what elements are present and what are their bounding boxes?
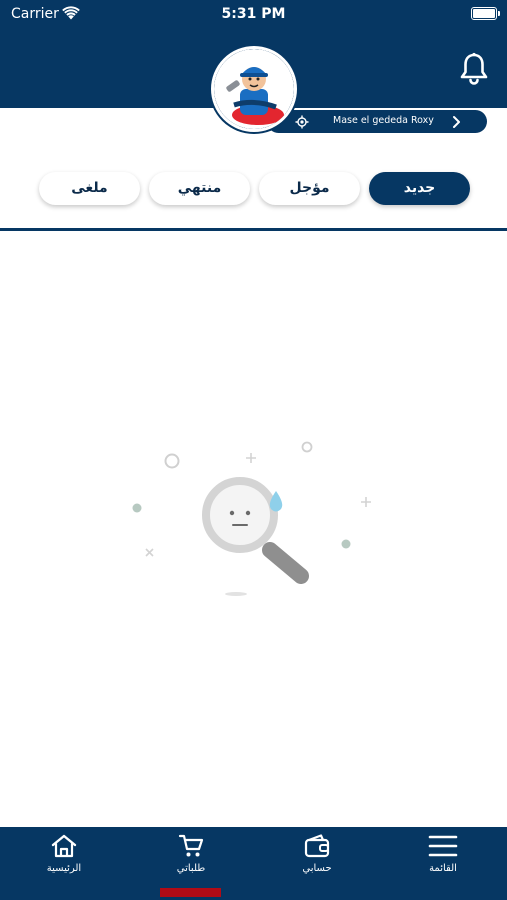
nav-item-home[interactable]: الرئيسية [19,833,109,883]
tab-new[interactable]: جديد [369,172,470,205]
nav-item-account[interactable]: حسابي [272,833,362,883]
address-selector[interactable]: Mase el gededa Roxy [267,110,487,133]
tab-finished[interactable]: منتهي [149,172,250,205]
brand-logo [211,46,297,132]
nav-item-orders[interactable]: طلباتي [146,833,236,883]
active-tab-indicator [160,888,221,897]
nav-label-menu: القائمة [429,863,457,874]
tab-cancelled[interactable]: ملغى [39,172,140,205]
status-time: 5:31 PM [221,6,286,22]
menu-icon [428,835,458,857]
plumber-mascot-icon [214,49,294,129]
chevron-right-icon [453,116,460,128]
bottom-navigation: القائمة حسابي طلباتي الرئيسية [0,827,507,900]
nav-item-menu[interactable]: القائمة [398,833,488,883]
nav-label-home: الرئيسية [46,863,82,874]
wallet-icon [304,834,330,858]
status-bar: Carrier 5:31 PM [0,0,507,28]
nav-label-account: حسابي [302,863,332,874]
battery-icon [471,7,500,20]
empty-state-illustration [132,441,371,596]
nav-label-orders: طلباتي [176,863,206,874]
notification-bell-icon[interactable] [458,52,490,86]
cart-icon [178,834,204,857]
order-status-tabs: جديد مؤجل منتهي ملغى [0,170,507,206]
home-icon [51,834,77,858]
tab-postponed[interactable]: مؤجل [259,172,360,205]
tabs-divider [0,228,507,231]
address-label: Mase el gededa Roxy [333,115,434,126]
location-target-icon [295,115,309,129]
